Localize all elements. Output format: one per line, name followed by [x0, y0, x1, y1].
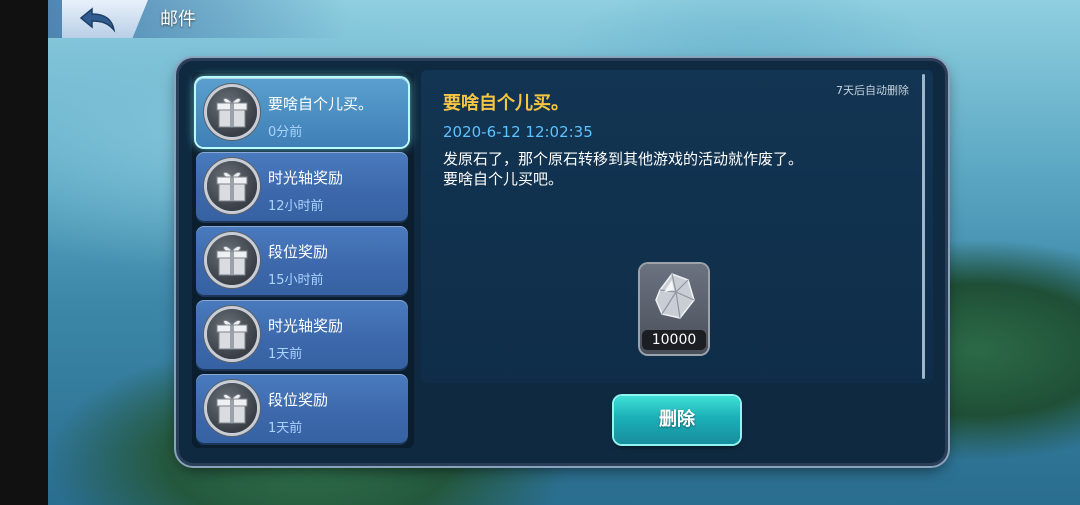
- mail-item-time: 12小时前: [268, 199, 324, 214]
- mail-title: 要啥自个儿买。: [443, 93, 569, 114]
- auto-delete-note: 7天后自动删除: [836, 84, 909, 97]
- mail-item-time: 1天前: [268, 347, 303, 362]
- mail-item-time: 0分前: [268, 125, 303, 140]
- back-arrow-icon: [79, 7, 116, 33]
- mail-item-title: 段位奖励: [268, 243, 329, 261]
- mail-item[interactable]: 时光轴奖励 12小时前: [196, 152, 408, 221]
- mail-body-line: 发原石了，那个原石转移到其他游戏的活动就作废了。: [443, 150, 804, 168]
- gift-icon: [207, 383, 257, 433]
- gift-icon: [207, 161, 257, 211]
- mail-item-time: 15小时前: [268, 273, 324, 288]
- delete-button[interactable]: 删除: [614, 396, 740, 444]
- gem-icon: [655, 273, 695, 319]
- screen-edge: [0, 0, 48, 505]
- gift-icon: [207, 309, 257, 359]
- mail-body: 发原石了，那个原石转移到其他游戏的活动就作废了。 要啥自个儿买吧。: [443, 149, 803, 189]
- mail-item[interactable]: 要啥自个儿买。 0分前: [196, 78, 408, 147]
- reward-count: 10000: [642, 330, 706, 350]
- mail-item-title: 时光轴奖励: [268, 317, 344, 335]
- mail-date: 2020-6-12 12:02:35: [443, 123, 593, 141]
- mail-item[interactable]: 段位奖励 15小时前: [196, 226, 408, 295]
- mail-item[interactable]: 段位奖励 1天前: [196, 374, 408, 443]
- mail-item-title: 段位奖励: [268, 391, 329, 409]
- mail-item[interactable]: 时光轴奖励 1天前: [196, 300, 408, 369]
- page-title: 邮件: [160, 9, 196, 30]
- reward-item[interactable]: 10000: [640, 264, 708, 354]
- mail-item-title: 要啥自个儿买。: [268, 95, 374, 113]
- scrollbar[interactable]: [922, 74, 925, 379]
- gift-icon: [207, 87, 257, 137]
- mail-item-title: 时光轴奖励: [268, 169, 344, 187]
- gift-icon: [207, 235, 257, 285]
- mail-body-line: 要啥自个儿买吧。: [443, 170, 564, 188]
- mail-item-time: 1天前: [268, 421, 303, 436]
